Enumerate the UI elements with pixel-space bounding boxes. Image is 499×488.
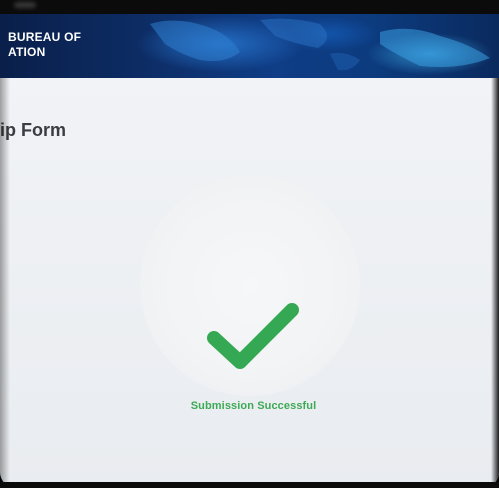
agency-name: BUREAU OF ATION [8,30,81,60]
agency-name-line-1: BUREAU OF [8,30,82,44]
success-message: Submission Successful [190,400,317,412]
header-banner: BUREAU OF ATION [0,14,499,78]
device-bezel-top [0,0,499,14]
device-bezel-bottom [0,482,499,488]
right-edge [491,78,499,488]
form-panel: ip Form Submission Successful [0,78,499,488]
bezel-glint [14,2,36,8]
left-edge-shadow [0,78,10,488]
agency-name-line-2: ATION [8,45,46,59]
screen: BUREAU OF ATION ip Form Submission Succe… [0,0,499,488]
checkmark-icon [207,303,299,369]
